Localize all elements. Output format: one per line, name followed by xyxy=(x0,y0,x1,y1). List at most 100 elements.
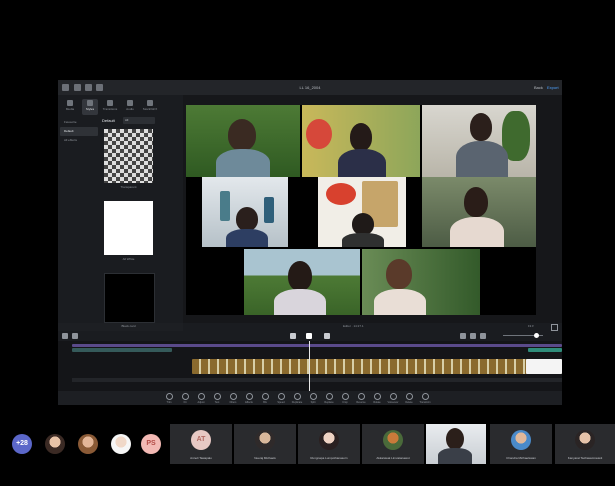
more-participants-badge[interactable]: +28 xyxy=(12,434,32,454)
tab-transitions[interactable]: Transitions xyxy=(102,99,118,115)
video-tile xyxy=(244,249,360,315)
participant-tile[interactable]: Kanyarat Tachasamrauwit xyxy=(555,424,615,464)
timeline-track-video[interactable] xyxy=(192,359,562,374)
adjust-tool[interactable]: Adjust xyxy=(195,392,207,404)
participant-name: Akkarawat Limvatanawut xyxy=(376,456,410,460)
participant-tile[interactable]: AT Anneli Tawapalo xyxy=(170,424,232,464)
replace-tool[interactable]: Replace xyxy=(323,392,335,404)
rotate-tool[interactable]: Rotate xyxy=(371,392,383,404)
effects-tool[interactable]: Effects xyxy=(243,392,255,404)
video-collage xyxy=(186,105,536,315)
speed-tool[interactable]: Speed xyxy=(275,392,287,404)
participant-name: Kanyarat Tachasamrauwit xyxy=(567,456,603,460)
trim-tool[interactable]: Trim xyxy=(163,392,175,404)
tab-stock[interactable]: Stock/GFX xyxy=(142,99,158,115)
category-item[interactable]: All effects xyxy=(60,136,98,145)
zoom-out-icon[interactable] xyxy=(470,333,476,339)
timeline-track-video-end[interactable] xyxy=(526,359,562,374)
participant-tile[interactable]: Chandra Michaelswan xyxy=(490,424,552,464)
video-tile xyxy=(318,177,406,247)
style-thumb-label: All White xyxy=(122,257,135,261)
participant-body xyxy=(438,448,472,464)
play-icon[interactable] xyxy=(306,333,312,339)
participant-video-tile[interactable] xyxy=(426,424,486,464)
timeline-track-text[interactable] xyxy=(72,344,562,347)
participant-name: Anneli Tawapalo xyxy=(190,456,212,460)
avatar[interactable] xyxy=(45,434,65,454)
style-thumb-white[interactable] xyxy=(104,201,153,255)
skip-forward-icon[interactable] xyxy=(324,333,330,339)
tab-media[interactable]: Media xyxy=(62,99,78,115)
zoom-slider-handle[interactable] xyxy=(534,333,539,338)
edit-toolbar: Trim Fit Adjust Text Filters Effects BG … xyxy=(58,391,562,405)
timeline-ruler xyxy=(72,378,562,382)
delete-tool[interactable]: Delete xyxy=(403,392,415,404)
style-filter-dropdown[interactable]: All xyxy=(123,117,155,124)
zoom-in-icon[interactable] xyxy=(480,333,486,339)
participant-tile[interactable]: Akkarawat Limvatanawut xyxy=(362,424,424,464)
video-tile xyxy=(202,177,288,247)
scissors-icon[interactable]: Split xyxy=(307,392,319,404)
crop-tool[interactable]: Crop xyxy=(339,392,351,404)
panel-tabs: Media Styles Transitions Audio Stock/GFX xyxy=(62,99,158,115)
redo-icon[interactable] xyxy=(72,333,78,339)
skip-back-icon[interactable] xyxy=(290,333,296,339)
filters-tool[interactable]: Filters xyxy=(227,392,239,404)
background-tool[interactable]: BG xyxy=(259,392,271,404)
timeline-track-audio[interactable] xyxy=(72,348,172,352)
playhead[interactable] xyxy=(309,341,310,391)
video-tile xyxy=(186,105,300,177)
style-thumb-transparent[interactable] xyxy=(104,129,153,183)
video-tile xyxy=(362,249,480,315)
timeline-track-audio[interactable] xyxy=(528,348,562,352)
style-header: Default xyxy=(102,118,115,123)
avatar[interactable] xyxy=(111,434,131,454)
style-category-list: Favourite Default All effects xyxy=(60,118,98,145)
preview-viewer[interactable] xyxy=(183,95,562,323)
viewer-status-bar: Editor · 14:27.1 Fit ▾ xyxy=(183,323,562,331)
project-title: LL 16_2004 xyxy=(299,85,321,90)
category-item[interactable]: Default xyxy=(60,127,98,136)
undo-icon[interactable] xyxy=(62,333,68,339)
fullscreen-icon[interactable] xyxy=(551,324,558,331)
zoom-dropdown[interactable]: Fit ▾ xyxy=(528,324,534,328)
reverse-tool[interactable]: Reverse xyxy=(355,392,367,404)
participant-name: Chandra Michaelswan xyxy=(506,456,536,460)
avatar xyxy=(255,430,275,450)
styles-panel: Media Styles Transitions Audio Stock/GFX… xyxy=(58,95,183,328)
style-thumb-label: Transparent xyxy=(120,185,137,189)
avatar xyxy=(575,430,595,450)
participant-head xyxy=(446,428,464,450)
participant-strip: +28 PS AT Anneli Tawapalo Neeraj Michael… xyxy=(0,424,615,464)
timeline-panel: Trim Fit Adjust Text Filters Effects BG … xyxy=(58,331,562,405)
fit-tool[interactable]: Fit xyxy=(179,392,191,404)
transform-tool[interactable]: Transform xyxy=(419,392,431,404)
tab-audio[interactable]: Audio xyxy=(122,99,138,115)
category-item[interactable]: Favourite xyxy=(60,118,98,127)
video-tile xyxy=(302,105,420,177)
split-icon[interactable] xyxy=(460,333,466,339)
avatar xyxy=(383,430,403,450)
voiceover-tool[interactable]: Voiceover xyxy=(387,392,399,404)
tab-styles[interactable]: Styles xyxy=(82,99,98,115)
duplicate-tool[interactable]: Duplicate xyxy=(291,392,303,404)
avatar-initials: AT xyxy=(191,430,211,450)
title-bar: LL 16_2004 Back Export xyxy=(58,80,562,95)
avatar[interactable] xyxy=(78,434,98,454)
viewer-label: Editor · 14:27.1 xyxy=(343,324,364,328)
export-button[interactable]: Export xyxy=(547,85,559,90)
avatar-initials[interactable]: PS xyxy=(141,434,161,454)
back-button[interactable]: Back xyxy=(534,85,543,90)
timeline-controls xyxy=(58,331,562,341)
video-editor-window: LL 16_2004 Back Export Media Styles Tran… xyxy=(58,80,562,405)
text-tool[interactable]: Text xyxy=(211,392,223,404)
participant-tile[interactable]: Rungnapa Lumpothanasorn xyxy=(298,424,360,464)
participant-tile[interactable]: Neeraj Michaels xyxy=(234,424,296,464)
style-thumb-label: Black card xyxy=(121,324,136,328)
video-tile xyxy=(422,105,536,177)
participant-name: Neeraj Michaels xyxy=(254,456,276,460)
participant-name: Rungnapa Lumpothanasorn xyxy=(310,456,348,460)
style-thumb-black[interactable] xyxy=(104,273,155,323)
video-tile xyxy=(422,177,536,247)
avatar xyxy=(319,430,339,450)
